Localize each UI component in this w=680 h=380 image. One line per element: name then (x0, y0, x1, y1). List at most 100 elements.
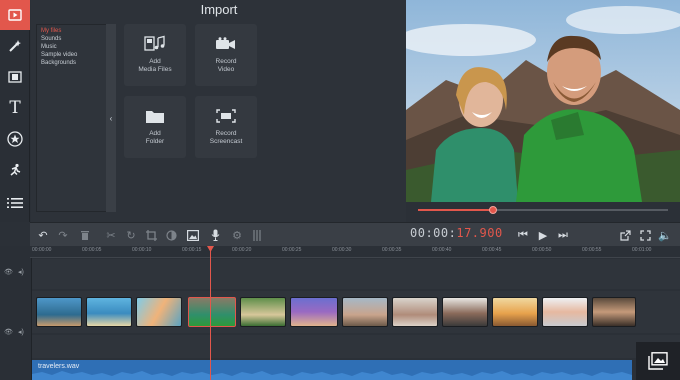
video-clip[interactable] (592, 297, 636, 327)
scissors-icon: ✂ (106, 229, 116, 242)
transitions-tab[interactable] (0, 62, 30, 92)
microphone-icon (211, 229, 219, 241)
record-screencast-button[interactable]: Record Screencast (195, 96, 257, 158)
corner-badge[interactable] (636, 342, 680, 380)
timecode-fraction: 17.900 (456, 226, 503, 240)
video-clip[interactable] (542, 297, 588, 327)
video-clip[interactable] (136, 297, 182, 327)
film-strip-icon (8, 71, 22, 83)
tree-item-my-files[interactable]: My files (37, 27, 107, 35)
preview-progress-knob[interactable] (489, 206, 497, 214)
video-clip[interactable] (188, 297, 236, 327)
skip-forward-button[interactable]: ⏭ (554, 226, 572, 244)
skip-back-button[interactable]: ⏮ (514, 226, 532, 244)
star-badge-icon (7, 131, 23, 147)
crop-button[interactable] (142, 226, 160, 244)
video-editor-window: T My files Sounds Music Sample video Bac… (0, 0, 680, 380)
video-clip[interactable] (442, 297, 488, 327)
text-icon: T (9, 98, 21, 118)
timecode-main: 00:00: (410, 226, 457, 240)
ruler-tick: 00:00:45 (482, 247, 502, 253)
record-screencast-label: Record Screencast (209, 130, 243, 145)
contrast-icon (165, 229, 177, 241)
video-clip[interactable] (86, 297, 132, 327)
audio-filename: travelers.wav (38, 363, 80, 370)
volume-button[interactable]: 🔈 (656, 226, 674, 244)
overlay-track[interactable] (32, 259, 680, 289)
stickers-tab[interactable] (0, 124, 30, 154)
tree-item-sample-video[interactable]: Sample video (37, 51, 107, 59)
preview-photo (406, 0, 680, 202)
ruler-tick: 00:00:30 (332, 247, 352, 253)
ruler-tick: 00:00:50 (532, 247, 552, 253)
video-clip[interactable] (342, 297, 388, 327)
running-man-icon (10, 163, 21, 176)
preview-progress-fill (418, 209, 493, 211)
color-adjust-button[interactable] (162, 226, 180, 244)
rotate-button[interactable]: ↻ (122, 226, 140, 244)
text-track[interactable] (32, 335, 680, 358)
preview-progress-bar[interactable] (418, 206, 668, 214)
video-preview (406, 0, 680, 202)
tree-item-backgrounds[interactable]: Backgrounds (37, 59, 107, 67)
video-clip[interactable] (492, 297, 538, 327)
more-tab[interactable] (0, 188, 30, 218)
timeline-ruler[interactable]: 00:00:00 00:00:05 00:00:10 00:00:15 00:0… (30, 246, 680, 258)
export-button[interactable] (616, 226, 634, 244)
list-icon (7, 198, 23, 208)
add-media-files-label: Add Media Files (138, 58, 172, 73)
audio-clip[interactable]: travelers.wav (32, 360, 632, 380)
play-button[interactable]: ▶ (534, 226, 552, 244)
eye-icon[interactable]: 👁 (4, 328, 13, 336)
cut-button[interactable]: ✂ (102, 226, 120, 244)
record-audio-button[interactable] (206, 226, 224, 244)
tree-item-music[interactable]: Music (37, 43, 107, 51)
speaker-icon[interactable]: ◂) (18, 328, 24, 336)
settings-button[interactable]: ⚙ (228, 226, 246, 244)
video-clip[interactable] (392, 297, 438, 327)
folder-icon (145, 106, 165, 126)
motion-tab[interactable] (0, 155, 30, 185)
file-tree: My files Sounds Music Sample video Backg… (36, 24, 108, 212)
play-icon: ▶ (538, 229, 548, 242)
track-controls: 👁 ◂) 👁 ◂) (0, 246, 32, 380)
screencast-icon (216, 106, 236, 126)
audio-waveform (32, 371, 632, 380)
media-import-icon (8, 9, 22, 21)
fullscreen-button[interactable] (636, 226, 654, 244)
redo-button[interactable]: ↷ (54, 226, 72, 244)
export-icon (619, 229, 631, 241)
ruler-tick: 00:00:20 (232, 247, 252, 253)
ruler-tick: 00:00:55 (582, 247, 602, 253)
delete-button[interactable] (76, 226, 94, 244)
ruler-tick: 00:00:25 (282, 247, 302, 253)
video-clip[interactable] (240, 297, 286, 327)
speaker-icon: 🔈 (658, 229, 672, 242)
record-video-button[interactable]: Record Video (195, 24, 257, 86)
clip-properties-button[interactable] (184, 226, 202, 244)
playhead-line[interactable] (210, 246, 211, 380)
import-title: Import (200, 2, 238, 17)
rotate-icon: ↻ (126, 229, 136, 242)
collapse-tree-button[interactable]: ‹ (106, 24, 116, 212)
video-clip[interactable] (36, 297, 82, 327)
speaker-icon[interactable]: ◂) (18, 268, 24, 276)
equalizer-button[interactable] (248, 226, 266, 244)
eye-icon[interactable]: 👁 (4, 268, 13, 276)
tree-item-sounds[interactable]: Sounds (37, 35, 107, 43)
edit-toolbar: ↶ ↷ ✂ ↻ ⚙ 00:00:17.900 ⏮ ▶ ⏭ 🔈 (30, 222, 680, 246)
timecode-display: 00:00:17.900 (410, 226, 503, 240)
add-folder-button[interactable]: Add Folder (124, 96, 186, 158)
equalizer-icon (253, 229, 261, 241)
add-media-files-button[interactable]: Add Media Files (124, 24, 186, 86)
video-camera-icon (215, 34, 237, 54)
video-clip[interactable] (290, 297, 338, 327)
filters-tab[interactable] (0, 31, 30, 61)
undo-button[interactable]: ↶ (34, 226, 52, 244)
add-folder-label: Add Folder (145, 130, 165, 145)
media-import-tab[interactable] (0, 0, 30, 30)
ruler-tick: 00:00:00 (32, 247, 52, 253)
fullscreen-icon (639, 229, 651, 241)
titles-tab[interactable]: T (0, 93, 30, 123)
undo-icon: ↶ (38, 229, 48, 242)
